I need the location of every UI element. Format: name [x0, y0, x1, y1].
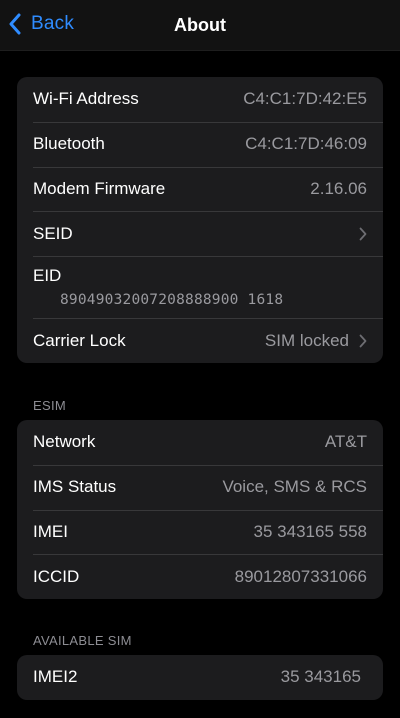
chevron-right-icon: [359, 334, 367, 347]
imei-value: 35 343165 558: [253, 521, 367, 541]
carrier-lock-label: Carrier Lock: [33, 330, 126, 350]
carrier-lock-value: SIM locked: [264, 330, 349, 350]
wifi-address-label: Wi-Fi Address: [33, 89, 139, 109]
device-info-group: Wi-Fi Address C4:C1:7D:42:E5 Bluetooth C…: [17, 77, 383, 363]
wifi-address-value: C4:C1:7D:42:E5: [243, 89, 367, 109]
ims-status-label: IMS Status: [33, 477, 117, 497]
imei2-row[interactable]: IMEI2 35 343165: [17, 655, 383, 700]
carrier-lock-value-wrap: SIM locked: [265, 331, 367, 351]
bluetooth-label: Bluetooth: [33, 134, 105, 154]
eid-label: EID: [33, 266, 62, 286]
seid-row[interactable]: SEID: [17, 211, 383, 256]
network-label: Network: [33, 432, 96, 452]
bluetooth-value: C4:C1:7D:46:09: [245, 134, 367, 154]
page-title: About: [174, 15, 226, 35]
modem-firmware-value: 2.16.06: [310, 178, 367, 198]
iccid-label: ICCID: [33, 566, 80, 586]
network-value: AT&T: [324, 432, 367, 452]
ims-status-row[interactable]: IMS Status Voice, SMS & RCS: [17, 464, 383, 510]
imei-row[interactable]: IMEI 35 343165 558: [17, 509, 383, 555]
chevron-right-icon: [359, 227, 367, 241]
iccid-row[interactable]: ICCID 89012807331066: [17, 554, 383, 599]
eid-value: 89049032007208888900 1618: [60, 292, 284, 309]
wifi-address-row[interactable]: Wi-Fi Address C4:C1:7D:42:E5: [17, 77, 383, 122]
seid-value: [349, 227, 367, 241]
bluetooth-row[interactable]: Bluetooth C4:C1:7D:46:09: [17, 121, 383, 167]
imei2-value: 35 343165: [280, 667, 361, 687]
navigation-bar: Back About: [0, 0, 400, 51]
carrier-lock-row[interactable]: Carrier Lock SIM locked: [17, 318, 383, 363]
seid-label: SEID: [33, 223, 73, 243]
modem-firmware-row[interactable]: Modem Firmware 2.16.06: [17, 166, 383, 212]
eid-row[interactable]: EID 89049032007208888900 1618: [17, 256, 383, 318]
network-row[interactable]: Network AT&T: [17, 420, 383, 465]
available-sim-section-header: AVAILABLE SIM: [33, 633, 132, 648]
modem-firmware-label: Modem Firmware: [33, 178, 166, 198]
imei2-label: IMEI2: [33, 667, 78, 687]
available-sim-group: IMEI2 35 343165: [17, 655, 383, 700]
esim-group: Network AT&T IMS Status Voice, SMS & RCS…: [17, 420, 383, 600]
iccid-value: 89012807331066: [234, 566, 367, 586]
esim-section-header: ESIM: [33, 398, 66, 413]
imei-label: IMEI: [33, 521, 68, 541]
ims-status-value: Voice, SMS & RCS: [222, 477, 367, 497]
